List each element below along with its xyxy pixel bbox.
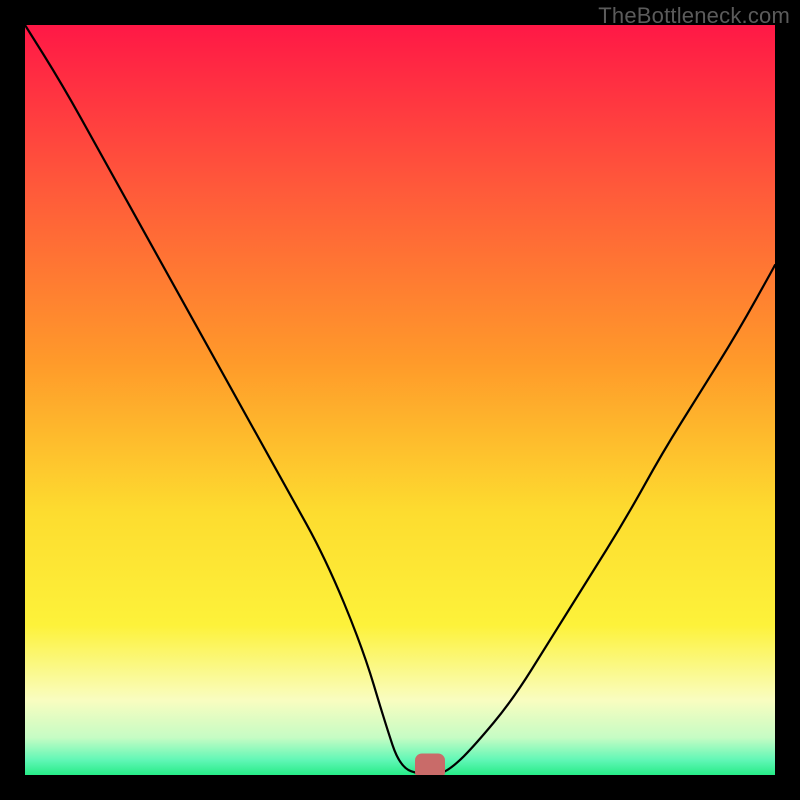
bottleneck-chart [25, 25, 775, 775]
gradient-background [25, 25, 775, 775]
watermark-text: TheBottleneck.com [598, 3, 790, 29]
optimal-marker [415, 754, 445, 776]
chart-frame: TheBottleneck.com [0, 0, 800, 800]
